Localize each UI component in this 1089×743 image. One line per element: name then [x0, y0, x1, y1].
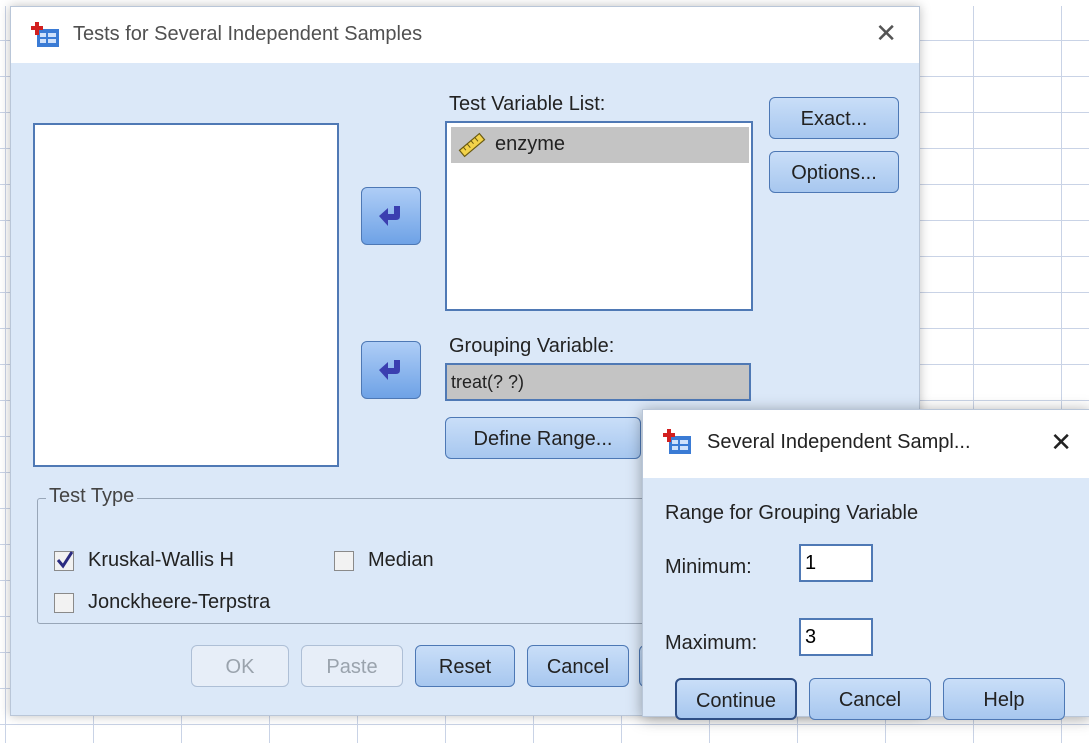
move-test-variable-button[interactable]	[361, 187, 421, 245]
maximum-value: 3	[805, 626, 817, 648]
exact-button-label: Exact...	[800, 108, 868, 130]
grouping-variable-value: treat(? ?)	[451, 372, 525, 392]
test-variable-list-label: Test Variable List:	[449, 93, 606, 115]
continue-button[interactable]: Continue	[675, 678, 797, 720]
kruskal-wallis-label: Kruskal-Wallis H	[88, 549, 234, 571]
range-section-label: Range for Grouping Variable	[665, 502, 919, 524]
jonckheere-terpstra-checkbox[interactable]	[54, 593, 74, 613]
median-checkbox[interactable]	[334, 551, 354, 571]
maximum-label: Maximum:	[665, 632, 758, 654]
scale-variable-icon	[458, 132, 486, 158]
arrow-left-icon	[379, 206, 400, 226]
arrow-left-icon	[379, 360, 400, 380]
app-icon	[31, 22, 59, 47]
help-button-label: Help	[983, 689, 1025, 711]
define-range-label: Define Range...	[473, 428, 613, 450]
median-label: Median	[368, 549, 434, 571]
sub-dialog-titlebar: Several Independent Sampl... ✕	[643, 410, 1089, 478]
continue-button-label: Continue	[695, 690, 777, 712]
list-item[interactable]: enzyme	[451, 127, 749, 163]
ok-button[interactable]: OK	[191, 645, 289, 687]
sub-cancel-button-label: Cancel	[838, 689, 902, 711]
define-range-button[interactable]: Define Range...	[445, 417, 641, 459]
sub-cancel-button[interactable]: Cancel	[809, 678, 931, 720]
sub-dialog-title: Several Independent Sampl...	[707, 431, 971, 453]
exact-button[interactable]: Exact...	[769, 97, 899, 139]
checkbox-check-icon	[56, 551, 74, 569]
options-button-label: Options...	[791, 162, 877, 184]
jonckheere-terpstra-label: Jonckheere-Terpstra	[88, 591, 271, 613]
paste-button-label: Paste	[326, 656, 378, 678]
dialog-titlebar: Tests for Several Independent Samples ✕	[11, 7, 919, 63]
variable-name: enzyme	[495, 133, 566, 155]
ok-button-label: OK	[225, 656, 255, 678]
cancel-button[interactable]: Cancel	[527, 645, 629, 687]
close-icon[interactable]: ✕	[1050, 428, 1072, 458]
app-icon	[663, 429, 691, 454]
several-independent-samples-define-range-dialog: Several Independent Sampl... ✕ Range for…	[642, 409, 1089, 720]
source-variable-list[interactable]	[33, 123, 339, 467]
minimum-label: Minimum:	[665, 556, 752, 578]
cancel-button-label: Cancel	[546, 656, 610, 678]
minimum-value: 1	[805, 552, 817, 574]
help-button[interactable]: Help	[943, 678, 1065, 720]
grouping-variable-field[interactable]: treat(? ?)	[445, 363, 751, 401]
move-grouping-variable-button[interactable]	[361, 341, 421, 399]
grouping-variable-label: Grouping Variable:	[449, 335, 615, 357]
options-button[interactable]: Options...	[769, 151, 899, 193]
maximum-field[interactable]: 3	[799, 618, 873, 656]
test-type-group: Test Type Kruskal-Wallis H Median Jonckh…	[37, 485, 679, 624]
reset-button[interactable]: Reset	[415, 645, 515, 687]
kruskal-wallis-checkbox[interactable]	[54, 551, 74, 571]
test-type-title: Test Type	[46, 485, 138, 508]
minimum-field[interactable]: 1	[799, 544, 873, 582]
close-icon[interactable]: ✕	[875, 19, 897, 49]
reset-button-label: Reset	[438, 656, 492, 678]
dialog-title: Tests for Several Independent Samples	[73, 23, 423, 45]
paste-button[interactable]: Paste	[301, 645, 403, 687]
test-variable-list[interactable]: enzyme	[445, 121, 753, 311]
